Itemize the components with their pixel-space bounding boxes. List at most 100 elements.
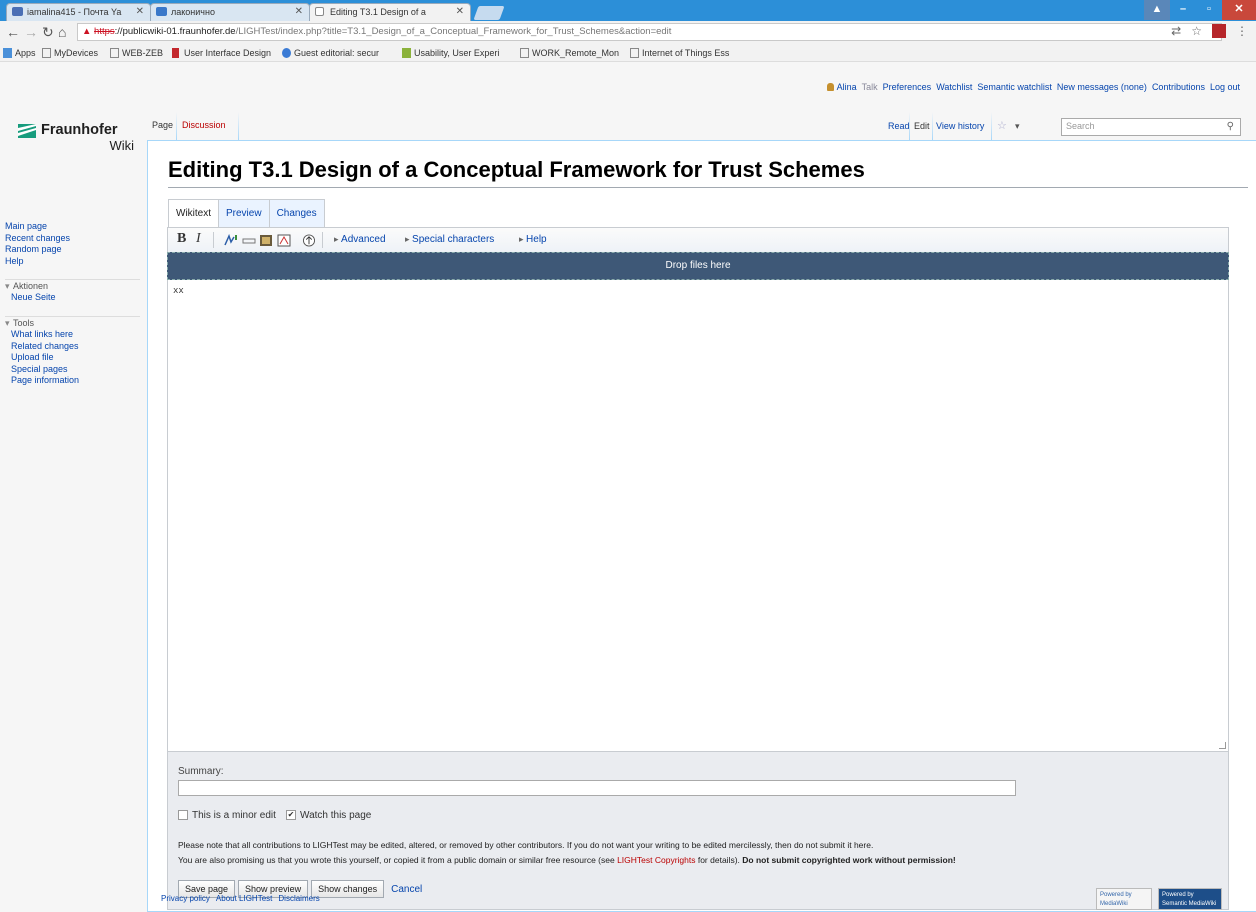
italic-button[interactable]: I (196, 231, 201, 247)
personal-logout-link[interactable]: Log out (1210, 82, 1240, 92)
footer-badges: Powered by MediaWiki Powered by Semantic… (1096, 888, 1222, 910)
edit-options: Summary: This is a minor edit ✔ Watch th… (167, 752, 1229, 910)
sidebar-item-upload-file[interactable]: Upload file (5, 352, 140, 364)
bookmark-apps[interactable]: Apps (3, 47, 36, 59)
personal-watchlist-link[interactable]: Watchlist (936, 82, 972, 92)
reload-icon[interactable]: ↻ (42, 24, 54, 40)
bold-button[interactable]: B (177, 231, 186, 247)
sidebar-item-special-pages[interactable]: Special pages (5, 364, 140, 376)
sidebar-item-related-changes[interactable]: Related changes (5, 341, 140, 353)
close-window-button[interactable]: ✕ (1222, 0, 1256, 20)
upload-icon[interactable] (302, 234, 316, 247)
file-drop-zone[interactable]: Drop files here (167, 252, 1229, 280)
watch-star-icon[interactable]: ☆ (997, 119, 1007, 132)
powered-by-mediawiki-badge[interactable]: Powered by MediaWiki (1096, 888, 1152, 910)
browser-tab-mail[interactable]: iamalina415 - Почта Ya ✕ (6, 3, 151, 21)
sidebar-item-neue-seite[interactable]: Neue Seite (5, 292, 140, 304)
resize-handle[interactable] (1219, 742, 1226, 749)
minimize-button[interactable]: – (1170, 0, 1196, 20)
browser-tab-editing[interactable]: Editing T3.1 Design of a ✕ (309, 3, 471, 21)
back-icon[interactable]: ← (6, 24, 20, 40)
toolbar-advanced[interactable]: Advanced (334, 234, 385, 245)
footer-about[interactable]: About LIGHTest (216, 894, 272, 903)
page-icon (110, 48, 119, 58)
search-input[interactable]: Search ⚲ (1061, 118, 1241, 136)
personal-talk-link[interactable]: Talk (862, 82, 878, 92)
bookmark-ui-design[interactable]: User Interface Design (172, 47, 271, 59)
bookmark-mydevices[interactable]: MyDevices (42, 47, 98, 59)
personal-semantic-watchlist-link[interactable]: Semantic watchlist (977, 82, 1052, 92)
cancel-link[interactable]: Cancel (391, 884, 422, 895)
site-icon (282, 48, 291, 58)
sidebar-heading-aktionen[interactable]: Aktionen (5, 279, 140, 292)
sidebar-item-what-links-here[interactable]: What links here (5, 329, 140, 341)
sidebar-item-recent-changes[interactable]: Recent changes (5, 233, 70, 245)
close-tab-icon[interactable]: ✕ (136, 4, 144, 20)
sidebar-item-random-page[interactable]: Random page (5, 244, 70, 256)
sidebar-heading-tools[interactable]: Tools (5, 316, 140, 329)
close-tab-icon[interactable]: ✕ (295, 4, 303, 20)
tab-view-history[interactable]: View history (936, 121, 984, 131)
page-title: Editing T3.1 Design of a Conceptual Fram… (168, 157, 1248, 188)
bookmarks-bar: Apps MyDevices WEB-ZEB User Interface De… (0, 44, 1256, 62)
powered-by-semantic-mediawiki-badge[interactable]: Powered by Semantic MediaWiki (1158, 888, 1222, 910)
minor-edit-checkbox[interactable]: This is a minor edit (178, 810, 276, 821)
tab-changes[interactable]: Changes (268, 199, 325, 227)
site-logo[interactable]: Fraunhofer Wiki (18, 122, 138, 167)
footer-privacy-policy[interactable]: Privacy policy (161, 894, 210, 903)
maximize-button[interactable]: ▫ (1196, 0, 1222, 20)
personal-messages-link[interactable]: New messages (none) (1057, 82, 1147, 92)
browser-tab-lakonichno[interactable]: лаконично ✕ (150, 3, 310, 21)
page-icon (315, 7, 324, 16)
sidebar-item-main-page[interactable]: Main page (5, 221, 70, 233)
tab-wikitext[interactable]: Wikitext (168, 199, 219, 228)
embedded-file-icon[interactable] (259, 234, 273, 247)
forward-icon[interactable]: → (24, 24, 38, 40)
sidebar-item-help[interactable]: Help (5, 256, 70, 268)
personal-preferences-link[interactable]: Preferences (883, 82, 932, 92)
tab-discussion[interactable]: Discussion (182, 120, 226, 130)
new-tab-button[interactable] (473, 6, 505, 20)
edit-notice-2: You are also promising us that you wrote… (178, 855, 956, 865)
close-tab-icon[interactable]: ✕ (456, 4, 464, 20)
search-icon[interactable]: ⚲ (1227, 121, 1234, 132)
bookmark-usability[interactable]: Usability, User Experi (402, 47, 499, 59)
tab-read[interactable]: Read (888, 121, 910, 131)
personal-user-link[interactable]: Alina (826, 82, 857, 92)
toolbar-special-characters[interactable]: Special characters (405, 234, 494, 245)
show-changes-button[interactable]: Show changes (311, 880, 385, 898)
bookmark-iot[interactable]: Internet of Things Ess (630, 47, 729, 59)
personal-contributions-link[interactable]: Contributions (1152, 82, 1205, 92)
wikitext-editor[interactable]: xx (167, 280, 1229, 752)
reference-icon[interactable] (277, 234, 291, 247)
home-icon[interactable]: ⌂ (58, 24, 66, 40)
link-icon[interactable] (242, 234, 256, 247)
tab-page[interactable]: Page (152, 120, 173, 130)
summary-input[interactable] (178, 780, 1016, 796)
site-icon (156, 7, 167, 16)
window-controls: ▲ – ▫ ✕ (1144, 0, 1256, 20)
browser-actions: ⇄ ☆ ⋮ (1171, 24, 1248, 38)
translate-icon[interactable]: ⇄ (1171, 24, 1181, 38)
toolbar-help[interactable]: Help (519, 234, 547, 245)
sidebar-navigation: Main page Recent changes Random page Hel… (5, 221, 70, 267)
tab-preview[interactable]: Preview (218, 199, 270, 227)
signature-icon[interactable] (224, 234, 238, 247)
watch-page-checkbox[interactable]: ✔ Watch this page (286, 810, 371, 821)
copyrights-link[interactable]: LIGHTest Copyrights (617, 855, 695, 865)
browser-tab-strip: iamalina415 - Почта Ya ✕ лаконично ✕ Edi… (0, 0, 1256, 21)
menu-icon[interactable]: ⋮ (1236, 24, 1248, 38)
tab-edit[interactable]: Edit (914, 121, 930, 131)
bookmark-guest-editorial[interactable]: Guest editorial: secur (282, 47, 379, 59)
url-field[interactable]: ▲ https://publicwiki-01.fraunhofer.de/LI… (77, 23, 1222, 41)
bookmark-star-icon[interactable]: ☆ (1191, 24, 1202, 38)
editor-toolbar: B I Advanced Spec (167, 227, 1229, 252)
sidebar-item-page-information[interactable]: Page information (5, 375, 140, 387)
bookmark-webzeb[interactable]: WEB-ZEB (110, 47, 163, 59)
extension-icon[interactable] (1212, 24, 1226, 38)
bookmark-work-remote[interactable]: WORK_Remote_Mon (520, 47, 619, 59)
more-actions-chevron-down-icon[interactable]: ▾ (1015, 121, 1020, 132)
footer-links: Privacy policy About LIGHTest Disclaimer… (161, 894, 320, 903)
footer-disclaimers[interactable]: Disclaimers (278, 894, 319, 903)
profile-icon[interactable]: ▲ (1144, 0, 1170, 20)
